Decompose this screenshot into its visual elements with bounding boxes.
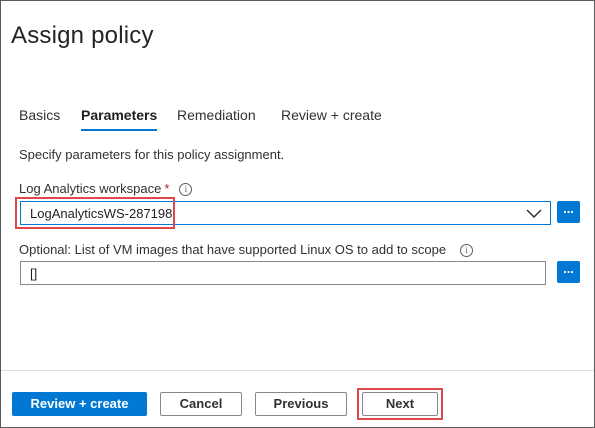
parameters-description: Specify parameters for this policy assig… <box>19 147 285 162</box>
chevron-down-icon <box>526 209 542 219</box>
tab-remediation[interactable]: Remediation <box>177 107 256 123</box>
workspace-dropdown[interactable]: LogAnalyticsWS-287198 <box>20 201 551 225</box>
vm-images-label: Optional: List of VM images that have su… <box>19 242 447 257</box>
workspace-browse-button[interactable]: ... <box>557 201 580 223</box>
tab-basics[interactable]: Basics <box>19 107 60 123</box>
workspace-label: Log Analytics workspace <box>19 181 162 196</box>
review-create-button[interactable]: Review + create <box>12 392 147 416</box>
required-asterisk: * <box>164 181 170 196</box>
info-icon[interactable]: i <box>179 183 193 196</box>
vm-images-label-row: Optional: List of VM images that have su… <box>19 242 474 257</box>
vm-images-value: [] <box>30 266 38 281</box>
workspace-label-row: Log Analytics workspace * i <box>19 181 193 196</box>
vm-images-browse-button[interactable]: ... <box>557 261 580 283</box>
footer-divider <box>1 370 594 371</box>
next-button[interactable]: Next <box>362 392 438 416</box>
info-icon[interactable]: i <box>460 244 474 257</box>
workspace-value: LogAnalyticsWS-287198 <box>30 206 173 221</box>
cancel-button[interactable]: Cancel <box>160 392 242 416</box>
page-title: Assign policy <box>11 22 154 49</box>
previous-button[interactable]: Previous <box>255 392 347 416</box>
tab-review-create[interactable]: Review + create <box>281 107 382 123</box>
vm-images-input[interactable]: [] <box>20 261 546 285</box>
tab-parameters[interactable]: Parameters <box>81 107 158 131</box>
